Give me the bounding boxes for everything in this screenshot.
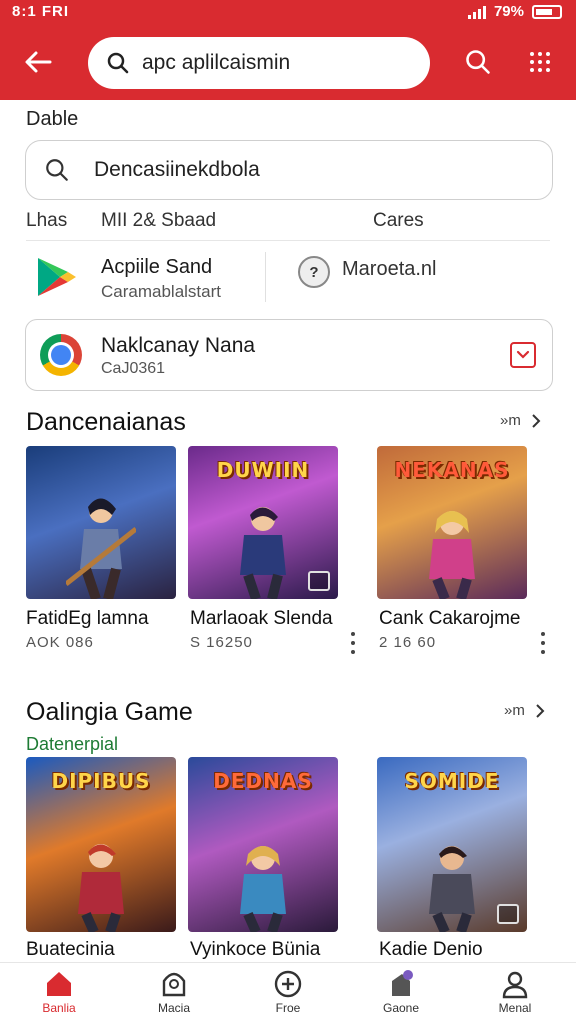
section-title: Dancenaianas <box>26 408 186 436</box>
search-icon <box>46 159 68 181</box>
section-subtitle: Datenerpial <box>26 734 119 754</box>
game-logo: NEKANAS <box>394 458 510 482</box>
nav-item-5[interactable]: Menal <box>465 969 565 1023</box>
filter-tab-1[interactable]: Lhas <box>26 210 67 232</box>
game-title[interactable]: Cank Cakarojme <box>379 608 521 630</box>
home-icon <box>47 972 71 996</box>
game-thumbnail[interactable] <box>26 446 176 599</box>
search-input[interactable]: Dencasiinekdbola <box>25 140 553 200</box>
game-art <box>240 507 286 599</box>
header-search-field[interactable]: apc aplilcaismin <box>88 37 430 89</box>
search-icon <box>107 52 129 74</box>
game-meta: 2 16 60 <box>379 634 437 651</box>
game-logo: DEDNAS <box>213 769 313 793</box>
header-search-text: apc aplilcaismin <box>142 51 291 74</box>
game-art <box>78 844 124 932</box>
app-root: 8:1 FRI 79% apc aplilcaismin Dable Denca… <box>0 0 576 1024</box>
game-thumbnail[interactable]: DIPIBUS <box>26 757 176 932</box>
nav-item-2[interactable]: Macia <box>124 969 224 1023</box>
divider <box>26 240 550 241</box>
featured-app-card[interactable]: Naklcanay Nana CaJ0361 <box>25 319 553 391</box>
game-thumbnail[interactable]: NEKANAS <box>377 446 527 599</box>
see-more-button[interactable]: »m <box>500 412 541 429</box>
game-title[interactable]: FatidEg lamna <box>26 608 149 630</box>
back-button[interactable] <box>20 44 56 80</box>
bag-icon <box>392 970 413 996</box>
battery-percent: 79% <box>493 3 524 20</box>
game-thumbnail[interactable]: DUWIIN <box>188 446 338 599</box>
game-logo: SOMIDE <box>404 769 500 793</box>
game-thumbnail[interactable]: SOMIDE <box>377 757 527 932</box>
top-app-bar: 8:1 FRI 79% apc aplilcaismin <box>0 0 576 100</box>
status-time: 8:1 FRI <box>12 3 70 20</box>
game-art <box>66 498 136 599</box>
filter-tab-2[interactable]: MII 2& Sbaad <box>101 210 216 232</box>
back-arrow-icon <box>25 51 52 73</box>
more-options-icon[interactable] <box>540 632 546 654</box>
game-title[interactable]: Vyinkoce Bünia <box>190 939 320 961</box>
divider <box>265 252 266 302</box>
game-thumbnail[interactable]: DEDNAS <box>188 757 338 932</box>
grid-dots-icon <box>530 52 550 72</box>
filter-row: Lhas MII 2& Sbaad Cares <box>0 206 576 240</box>
app-subtitle: Caramablalstart <box>101 282 221 301</box>
more-options-icon[interactable] <box>350 632 356 654</box>
featured-subtitle: CaJ0361 <box>101 360 166 377</box>
battery-icon <box>532 4 562 19</box>
shield-icon <box>162 972 186 997</box>
game-logo: DIPIBUS <box>51 769 151 793</box>
search-icon <box>466 50 490 74</box>
game-title[interactable]: Kadie Denio <box>379 939 483 961</box>
section-label: Dable <box>26 108 79 130</box>
plus-circle-icon <box>274 970 302 998</box>
game-title[interactable]: Buatecinia <box>26 939 115 961</box>
see-more-button[interactable]: »m <box>504 702 545 719</box>
game-meta: S 16250 <box>190 634 253 651</box>
nav-item-4[interactable]: Gaone <box>351 969 451 1023</box>
header-search-button[interactable] <box>460 44 496 80</box>
app-title-secondary[interactable]: Maroeta.nl <box>342 258 437 281</box>
chevron-right-icon <box>532 413 541 428</box>
status-bar: 8:1 FRI 79% <box>0 0 576 24</box>
game-title[interactable]: Marlaoak Slenda <box>190 608 333 630</box>
person-icon <box>502 971 528 999</box>
game-meta: AOK 086 <box>26 634 94 651</box>
section-title: Oalingia Game <box>26 698 193 726</box>
search-input-value: Dencasiinekdbola <box>94 158 260 181</box>
play-store-icon[interactable] <box>32 254 78 300</box>
chrome-icon <box>40 334 82 376</box>
game-art <box>429 511 475 599</box>
nav-item-home[interactable]: Banlia <box>9 969 109 1023</box>
badge-icon <box>497 904 519 924</box>
app-row: Acpiile Sand Caramablalstart ? Maroeta.n… <box>0 246 576 310</box>
expand-button[interactable] <box>510 342 536 368</box>
signal-icon <box>467 5 486 19</box>
chevron-right-icon <box>536 703 545 718</box>
game-art <box>429 846 475 932</box>
game-art <box>240 846 286 932</box>
bottom-nav: Banlia Macia Froe Gaone Menal <box>0 962 576 1024</box>
apps-menu-button[interactable] <box>522 44 558 80</box>
filter-tab-3[interactable]: Cares <box>373 210 424 232</box>
help-icon[interactable]: ? <box>298 256 330 288</box>
featured-title: Naklcanay Nana <box>101 334 256 357</box>
game-logo: DUWIIN <box>216 458 310 482</box>
app-title[interactable]: Acpiile Sand <box>101 256 212 279</box>
nav-item-3[interactable]: Froe <box>238 969 338 1023</box>
badge-icon <box>308 571 330 591</box>
chevron-down-icon <box>516 350 530 359</box>
